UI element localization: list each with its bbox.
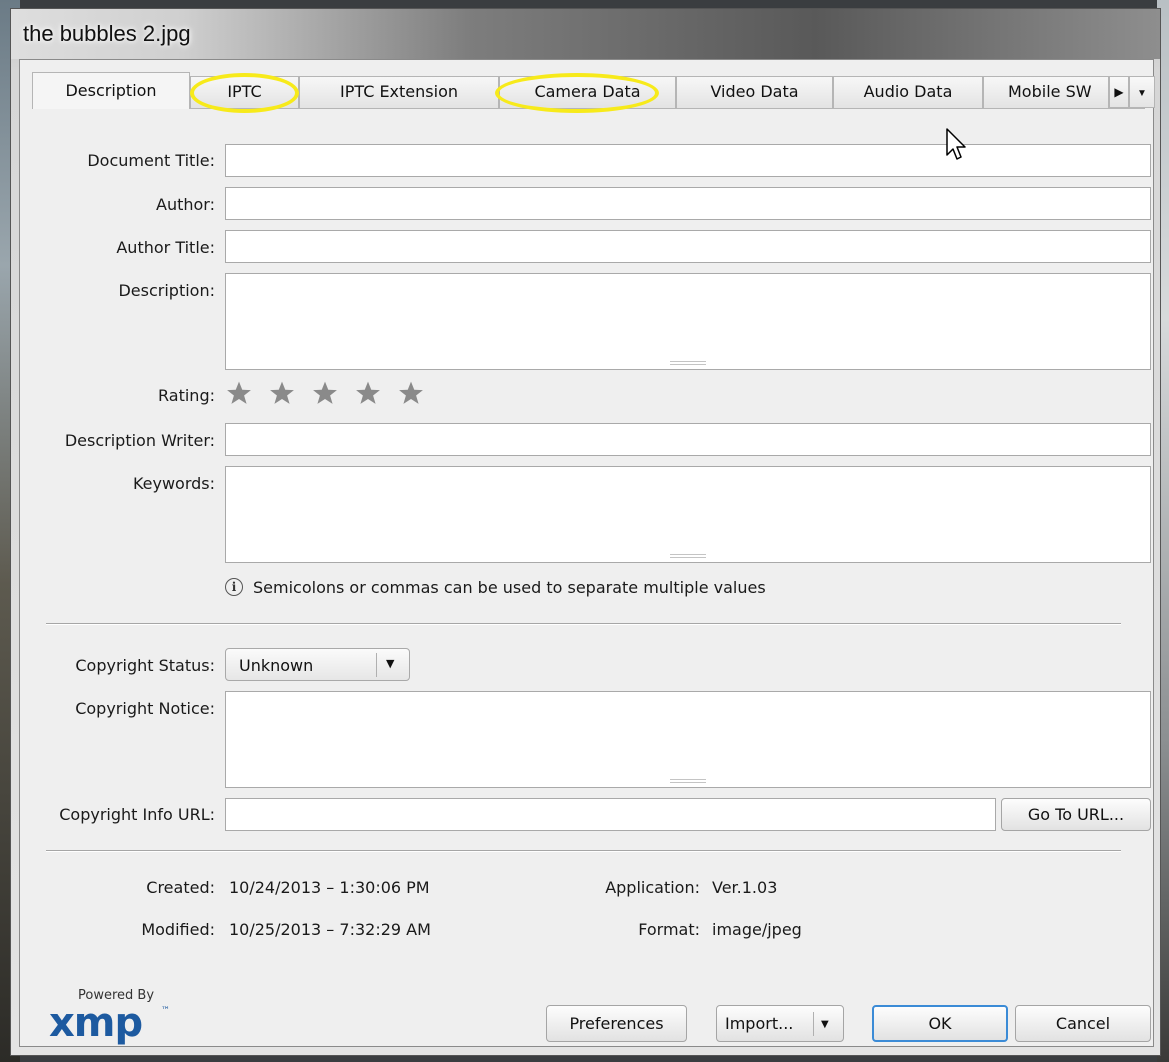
xmp-logo-text: xmp <box>49 1000 143 1046</box>
modified-label: Modified: <box>141 920 215 939</box>
resize-grip-icon[interactable] <box>670 779 706 783</box>
tab-scroll-right-button[interactable]: ▶ <box>1109 76 1129 108</box>
window-title: the bubbles 2.jpg <box>23 21 191 46</box>
tab-divider <box>32 108 1145 109</box>
section-divider <box>46 850 1121 852</box>
application-label: Application: <box>605 878 700 897</box>
tab-audio-data[interactable]: Audio Data <box>833 76 983 108</box>
author-title-input[interactable] <box>225 230 1151 263</box>
author-label: Author: <box>156 195 215 214</box>
xmp-trademark: ™ <box>161 1006 170 1016</box>
mouse-pointer-icon <box>946 128 966 160</box>
copyright-notice-label: Copyright Notice: <box>75 699 215 718</box>
cancel-button[interactable]: Cancel <box>1015 1005 1151 1042</box>
ok-button[interactable]: OK <box>872 1005 1008 1042</box>
go-to-url-button[interactable]: Go To URL... <box>1001 798 1151 831</box>
tab-mobile-sw[interactable]: Mobile SW <box>983 76 1109 108</box>
import-label: Import... <box>725 1014 794 1033</box>
tab-camera-data[interactable]: Camera Data <box>499 76 676 108</box>
tab-iptc[interactable]: IPTC <box>190 76 299 108</box>
file-info-dialog: Description IPTC IPTC Extension Camera D… <box>19 59 1155 1047</box>
created-label: Created: <box>146 878 215 897</box>
resize-grip-icon[interactable] <box>670 361 706 365</box>
keywords-label: Keywords: <box>132 474 215 493</box>
dropdown-divider <box>376 653 377 677</box>
title-bar[interactable]: the bubbles 2.jpg <box>11 9 1160 59</box>
tab-video-data[interactable]: Video Data <box>676 76 833 108</box>
rating-label: Rating: <box>158 386 215 405</box>
arrow-right-icon: ▶ <box>1114 85 1124 99</box>
format-label: Format: <box>638 920 700 939</box>
resize-grip-icon[interactable] <box>670 554 706 558</box>
tab-overflow-menu-button[interactable]: ▼ <box>1129 76 1155 108</box>
tab-iptc-extension[interactable]: IPTC Extension <box>299 76 499 108</box>
import-divider <box>813 1012 814 1036</box>
star-icon[interactable] <box>398 380 424 406</box>
import-button[interactable]: Import... ▼ <box>716 1005 844 1042</box>
copyright-status-label: Copyright Status: <box>75 656 215 675</box>
keywords-textarea[interactable] <box>225 466 1151 563</box>
info-icon: i <box>225 578 243 596</box>
document-title-input[interactable] <box>225 144 1151 177</box>
document-title-label: Document Title: <box>87 151 215 170</box>
star-icon[interactable] <box>269 380 295 406</box>
chevron-down-icon: ▼ <box>1137 88 1147 99</box>
copyright-status-dropdown[interactable]: Unknown ▼ <box>225 648 410 681</box>
description-writer-input[interactable] <box>225 423 1151 456</box>
copyright-status-value: Unknown <box>239 656 314 675</box>
description-label: Description: <box>118 281 215 300</box>
application-value: Ver.1.03 <box>712 878 778 897</box>
author-input[interactable] <box>225 187 1151 220</box>
author-title-label: Author Title: <box>116 238 215 257</box>
section-divider <box>46 623 1121 625</box>
description-writer-label: Description Writer: <box>64 431 215 450</box>
copyright-info-url-input[interactable] <box>225 798 996 831</box>
format-value: image/jpeg <box>712 920 802 939</box>
star-icon[interactable] <box>312 380 338 406</box>
chevron-down-icon[interactable]: ▼ <box>821 1007 829 1042</box>
copyright-info-url-label: Copyright Info URL: <box>59 805 215 824</box>
file-info-window: the bubbles 2.jpg Description IPTC IPTC … <box>10 8 1161 1056</box>
tab-description[interactable]: Description <box>32 72 190 109</box>
copyright-notice-textarea[interactable] <box>225 691 1151 788</box>
preferences-button[interactable]: Preferences <box>546 1005 687 1042</box>
created-value: 10/24/2013 – 1:30:06 PM <box>229 878 430 897</box>
modified-value: 10/25/2013 – 7:32:29 AM <box>229 920 431 939</box>
star-icon[interactable] <box>355 380 381 406</box>
chevron-down-icon: ▼ <box>386 657 395 670</box>
tab-bar: Description IPTC IPTC Extension Camera D… <box>32 72 1155 109</box>
keywords-hint: Semicolons or commas can be used to sepa… <box>253 578 766 597</box>
description-textarea[interactable] <box>225 273 1151 370</box>
star-icon[interactable] <box>226 380 252 406</box>
